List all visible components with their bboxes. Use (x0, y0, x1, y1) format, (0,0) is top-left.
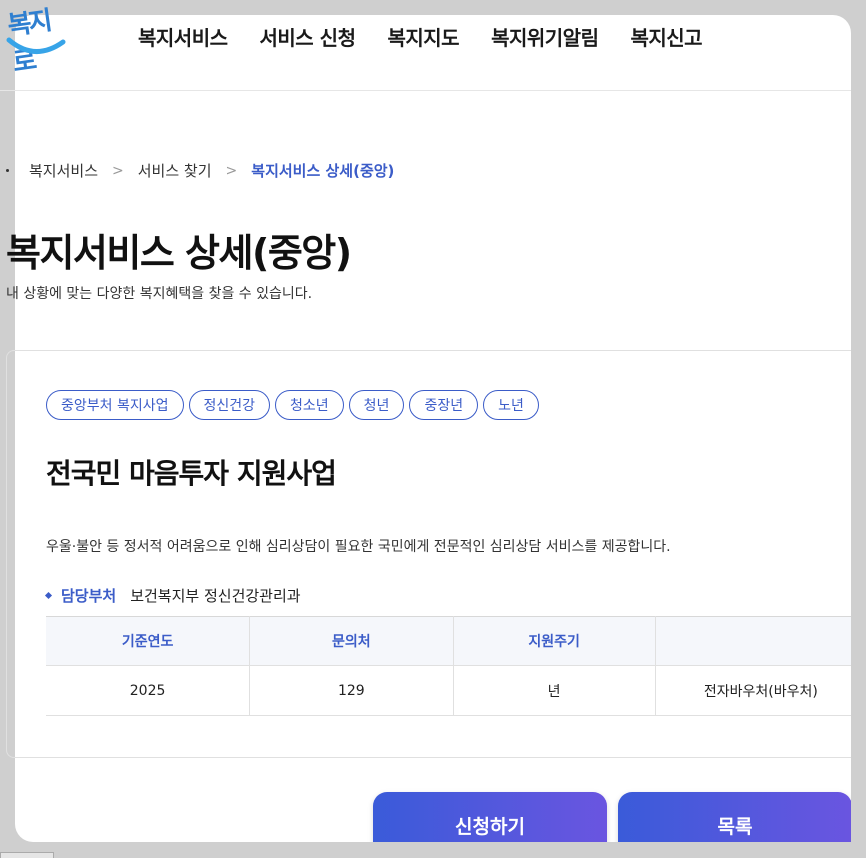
table-header-support-cycle: 지원주기 (453, 616, 656, 666)
table-header-contact: 문의처 (249, 616, 454, 666)
table-header-base-year: 기준연도 (46, 616, 251, 666)
breadcrumb-chevron-icon: > (112, 162, 124, 179)
department-label: 담당부처 (61, 587, 117, 605)
department-info: 담당부처 보건복지부 정신건강관리과 (44, 585, 301, 606)
service-description: 우울·불안 등 정서적 어려움으로 인해 심리상담이 필요한 국민에게 전문적인… (46, 539, 671, 555)
tag-young-adult[interactable]: 청년 (348, 390, 405, 420)
service-info-table: 기준연도 문의처 지원주기 2025 129 년 전자바우처(바우처) (46, 616, 866, 716)
site-logo[interactable]: 복지로 (5, 6, 67, 78)
breadcrumb-item-welfare-service[interactable]: 복지서비스 (29, 160, 98, 181)
main-nav: 복지서비스 서비스 신청 복지지도 복지위기알림 복지신고 (122, 22, 718, 51)
service-title: 전국민 마음투자 지원사업 (46, 457, 337, 490)
tag-middle-aged[interactable]: 중장년 (409, 390, 479, 420)
nav-item-service-apply[interactable]: 서비스 신청 (244, 22, 372, 51)
breadcrumb-home-icon[interactable] (6, 169, 9, 172)
table-cell-provision-type: 전자바우처(바우처) (655, 665, 866, 716)
breadcrumb-item-service-search[interactable]: 서비스 찾기 (138, 160, 212, 181)
table-header-provision-type (655, 616, 866, 666)
window-scrollbar[interactable] (851, 15, 866, 842)
window-bottom-tab[interactable] (0, 852, 54, 858)
nav-item-crisis-alert[interactable]: 복지위기알림 (475, 22, 614, 51)
department-value: 보건복지부 정신건강관리과 (130, 587, 301, 605)
nav-item-welfare-report[interactable]: 복지신고 (614, 22, 718, 51)
breadcrumb: 복지서비스 > 서비스 찾기 > 복지서비스 상세(중앙) (4, 160, 394, 181)
nav-item-welfare-service[interactable]: 복지서비스 (122, 22, 244, 51)
table-cell-base-year: 2025 (46, 665, 251, 716)
tag-mental-health[interactable]: 정신건강 (188, 390, 271, 420)
site-header: 복지로 복지서비스 서비스 신청 복지지도 복지위기알림 복지신고 (0, 0, 866, 91)
breadcrumb-current: 복지서비스 상세(중앙) (251, 162, 395, 180)
table-row: 2025 129 년 전자바우처(바우처) (46, 665, 866, 716)
table-header-row: 기준연도 문의처 지원주기 (46, 616, 866, 666)
table-cell-support-cycle: 년 (453, 665, 656, 716)
tag-youth[interactable]: 청소년 (275, 390, 344, 420)
table-cell-contact: 129 (249, 665, 454, 716)
tag-central-ministry[interactable]: 중앙부처 복지사업 (46, 390, 184, 420)
breadcrumb-chevron-icon: > (225, 162, 238, 179)
logo-smile-icon (6, 37, 66, 54)
window-bottom-strip (0, 842, 866, 858)
tag-elderly[interactable]: 노년 (483, 390, 539, 420)
diamond-bullet-icon (44, 591, 53, 600)
nav-item-welfare-map[interactable]: 복지지도 (371, 22, 475, 51)
page: 복지로 복지서비스 서비스 신청 복지지도 복지위기알림 복지신고 복지서비스 … (0, 0, 866, 858)
page-title: 복지서비스 상세(중앙) (6, 231, 352, 275)
service-tags: 중앙부처 복지사업 정신건강 청소년 청년 중장년 노년 (46, 390, 544, 420)
page-subtitle: 내 상황에 맞는 다양한 복지혜택을 찾을 수 있습니다. (6, 286, 313, 302)
